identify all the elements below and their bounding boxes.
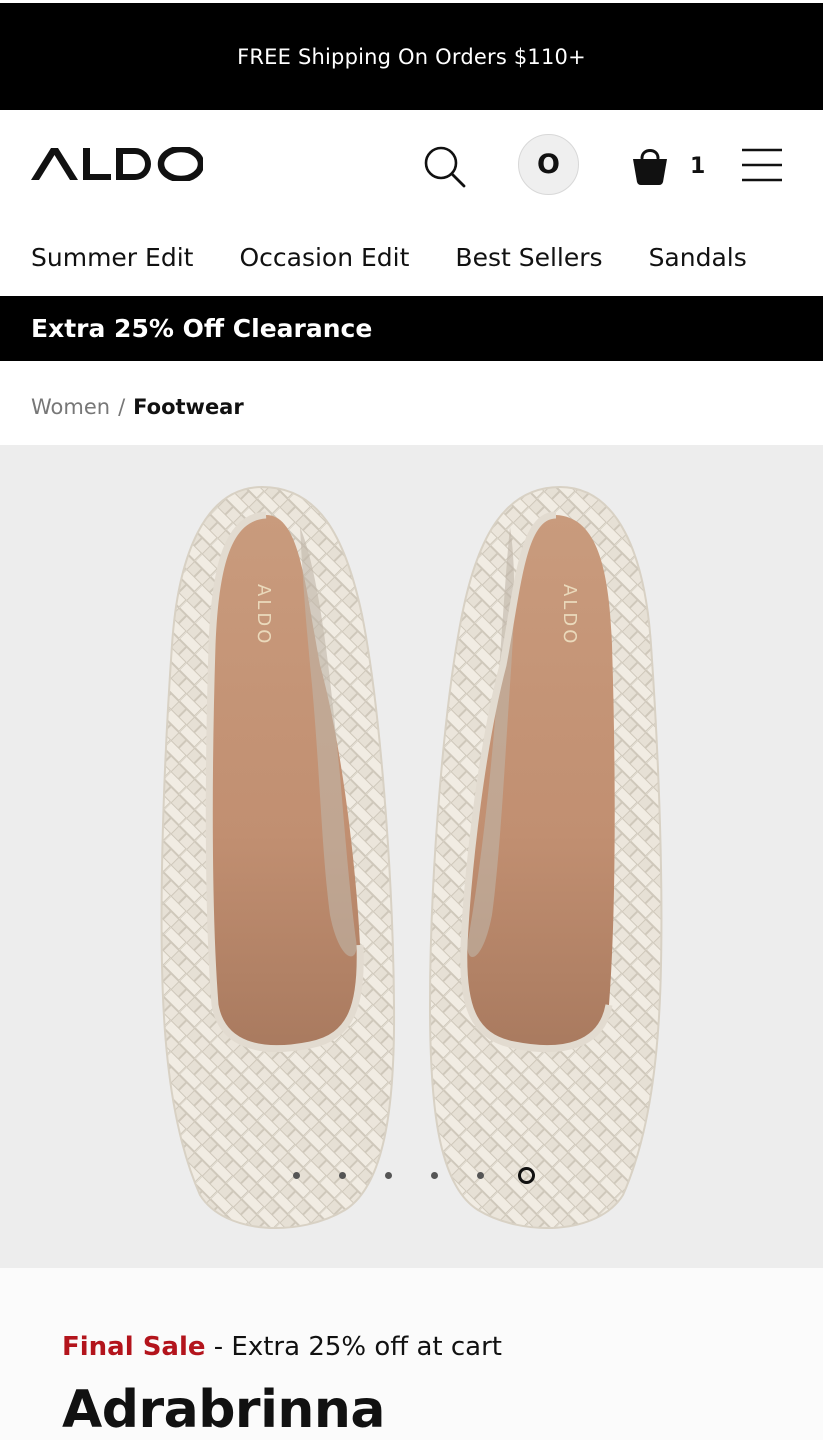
category-nav: Summer Edit Occasion Edit Best Sellers S…: [0, 218, 823, 296]
breadcrumb: Women / Footwear: [31, 389, 244, 425]
aldo-logo[interactable]: [31, 145, 205, 183]
insole-logo-left: ALDO: [253, 584, 274, 646]
site-header: O 1: [0, 110, 823, 218]
gallery-dot-5[interactable]: [477, 1172, 484, 1179]
breadcrumb-current: Footwear: [133, 395, 244, 419]
gallery-dot-2[interactable]: [339, 1172, 346, 1179]
left-shoe: ALDO: [160, 485, 396, 1230]
product-image: ALDO ALDO: [160, 485, 663, 1230]
clearance-banner[interactable]: Extra 25% Off Clearance: [0, 296, 823, 361]
right-shoe: ALDO: [428, 485, 663, 1230]
search-button[interactable]: [420, 143, 468, 191]
breadcrumb-women[interactable]: Women: [31, 395, 110, 419]
nav-item-sandals[interactable]: Sandals: [649, 243, 747, 272]
menu-button[interactable]: [740, 146, 784, 184]
account-button[interactable]: O: [518, 134, 579, 195]
aldo-logo-wordmark: [31, 145, 205, 183]
gallery-dot-3[interactable]: [385, 1172, 392, 1179]
promo-text: FREE Shipping On Orders $110+: [237, 44, 586, 69]
nav-item-summer-edit[interactable]: Summer Edit: [31, 243, 193, 272]
cart-count: 1: [690, 153, 706, 179]
sale-text: - Extra 25% off at cart: [205, 1332, 502, 1362]
hamburger-menu-icon: [742, 148, 782, 182]
clearance-text: Extra 25% Off Clearance: [31, 314, 373, 343]
breadcrumb-separator: /: [118, 395, 126, 419]
promo-bar[interactable]: FREE Shipping On Orders $110+: [0, 3, 823, 110]
final-sale-tag: Final Sale: [62, 1332, 206, 1362]
cart-button[interactable]: 1: [630, 142, 714, 190]
product-info: Final Sale - Extra 25% off at cart Adrab…: [0, 1268, 823, 1440]
insole-logo-right: ALDO: [559, 584, 580, 646]
gallery-pagination: [0, 1167, 823, 1187]
product-image-gallery[interactable]: ALDO ALDO: [0, 445, 823, 1268]
nav-item-occasion-edit[interactable]: Occasion Edit: [239, 243, 409, 272]
gallery-dot-1[interactable]: [293, 1172, 300, 1179]
shopping-bag-icon: [633, 149, 667, 185]
sale-message: Final Sale - Extra 25% off at cart: [62, 1332, 502, 1362]
product-title: Adrabrinna: [62, 1380, 386, 1440]
gallery-dot-6-active[interactable]: [518, 1167, 535, 1184]
gallery-dot-4[interactable]: [431, 1172, 438, 1179]
nav-item-best-sellers[interactable]: Best Sellers: [455, 243, 602, 272]
account-initial: O: [537, 149, 560, 180]
search-icon: [424, 146, 466, 188]
